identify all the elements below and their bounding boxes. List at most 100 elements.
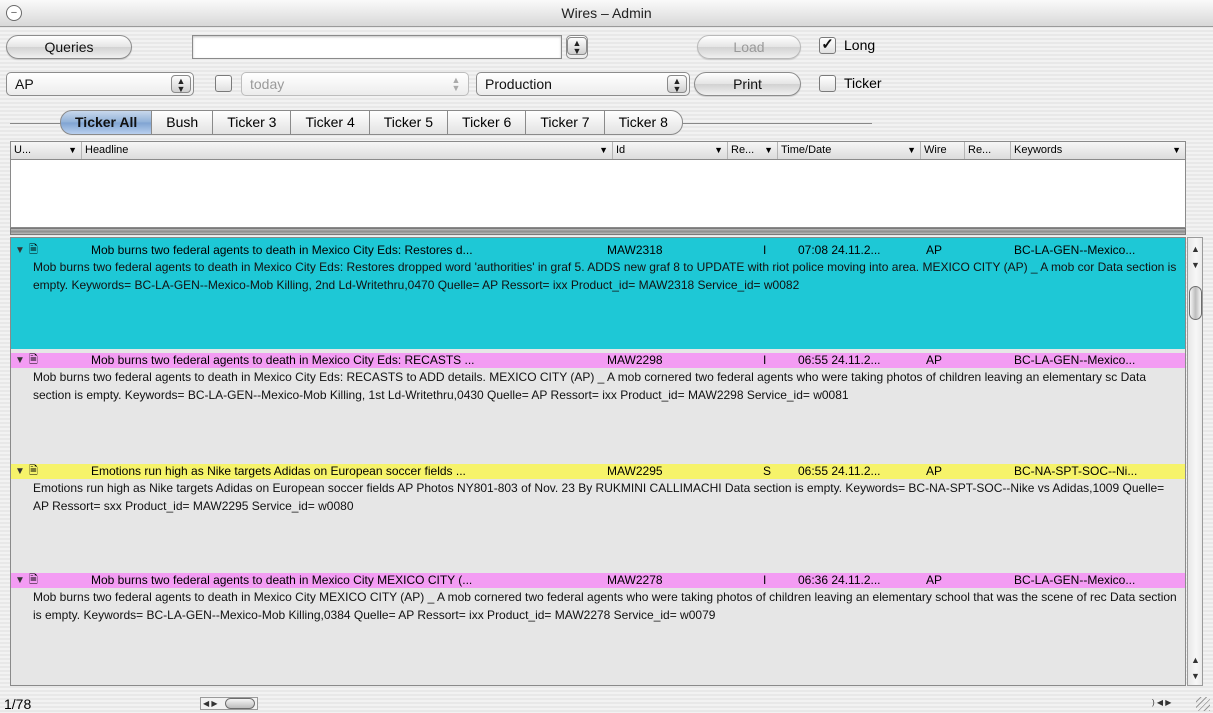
horizontal-scroll-arrows[interactable]: ) ◀ ▶ [1152,697,1188,710]
entry-headline: Mob burns two federal agents to death in… [91,353,475,367]
query-dropdown[interactable]: ▲ ▼ [566,35,588,59]
split-view-handle[interactable] [10,228,1186,235]
column-header-headline[interactable]: Headline ▼ [82,142,613,159]
entry-summary: Mob burns two federal agents to death in… [33,370,1146,402]
tab-ticker-6[interactable]: Ticker 6 [448,110,527,135]
column-header-ressort[interactable]: Re... [965,142,1011,159]
wires-admin-window: − Wires – Admin Queries ▲ ▼ Load ✓ Long A… [0,0,1213,713]
document-icon: 🗎 [29,244,38,256]
column-keywords-label: Keywords [1014,144,1063,156]
horizontal-scrollbar[interactable]: ◀ ▶ [200,697,258,710]
long-label: Long [844,37,876,53]
entry-re: S [763,464,772,478]
scroll-thumb[interactable] [225,698,255,709]
long-checkbox[interactable]: ✓ [819,37,836,54]
wire-table[interactable] [10,160,1186,228]
column-headline-label: Headline [85,144,129,156]
scroll-left-right-arrows-icon[interactable]: ) ◀ ▶ [1152,698,1171,707]
entry-headline: Mob burns two federal agents to death in… [91,243,473,257]
column-header-re[interactable]: Re... ▼ [728,142,778,159]
wire-detail-list[interactable]: ▼ 🗎 Mob burns two federal agents to deat… [10,237,1186,686]
wire-entry[interactable]: ▼ 🗎 Mob burns two federal agents to deat… [11,349,1185,463]
scroll-up-arrow-icon[interactable]: ▲ [1190,655,1201,665]
scroll-up-arrow-icon[interactable]: ▲ [1190,244,1201,254]
ticker-label: Ticker [844,75,882,91]
entry-id: MAW2278 [607,573,663,587]
environment-select[interactable]: Production ▲ ▼ [476,72,690,96]
entry-keywords: BC-LA-GEN--Mexico... [1014,573,1136,587]
record-counter: 1/78 [4,696,32,712]
entry-keywords: BC-LA-GEN--Mexico... [1014,353,1136,367]
disclosure-triangle-icon[interactable]: ▼ [15,243,25,258]
scroll-left-right-arrows-icon[interactable]: ◀ ▶ [203,699,218,708]
vertical-scrollbar[interactable]: ▲ ▼ ▲ ▼ [1187,237,1203,686]
column-header-unread[interactable]: U... ▼ [11,142,82,159]
entry-time: 07:08 24.11.2... [798,243,881,257]
wire-source-value: AP [15,76,34,92]
tab-bar: Ticker All Bush Ticker 3 Ticker 4 Ticker… [60,110,683,135]
column-id-label: Id [616,144,626,156]
sort-arrow-icon: ▼ [68,145,77,155]
date-select[interactable]: today ▲ ▼ [241,72,469,96]
wire-source-select[interactable]: AP ▲ ▼ [6,72,194,96]
wire-entry-header: ▼ 🗎 Mob burns two federal agents to deat… [11,573,1185,588]
column-header-row: U... ▼ Headline ▼ Id ▼ Re... ▼ Time/Date… [10,141,1186,160]
entry-time: 06:55 24.11.2... [798,353,881,367]
wire-entry[interactable]: ▼ 🗎 Mob burns two federal agents to deat… [11,238,1185,349]
date-checkbox[interactable] [215,75,232,92]
tab-ticker-3[interactable]: Ticker 3 [213,110,292,135]
sort-arrow-icon: ▼ [1172,145,1181,155]
disclosure-triangle-icon[interactable]: ▼ [15,353,25,368]
sort-arrow-icon: ▼ [907,145,916,155]
entry-wire: AP [926,464,943,478]
tab-ticker-4[interactable]: Ticker 4 [291,110,370,135]
tab-bush[interactable]: Bush [152,110,214,135]
disclosure-triangle-icon[interactable]: ▼ [15,573,25,588]
date-value: today [250,76,285,92]
query-input[interactable] [192,35,562,59]
entry-headline: Mob burns two federal agents to death in… [91,573,473,587]
entry-time: 06:36 24.11.2... [798,573,881,587]
column-header-wire[interactable]: Wire [921,142,965,159]
scroll-thumb[interactable] [1189,286,1202,320]
chevron-updown-icon: ▲ ▼ [567,37,587,56]
disclosure-triangle-icon[interactable]: ▼ [15,464,25,479]
column-ressort-label: Re... [968,144,992,156]
column-wire-label: Wire [924,144,947,156]
entry-id: MAW2318 [607,243,663,257]
column-header-time-date[interactable]: Time/Date ▼ [778,142,921,159]
status-bar: 1/78 [0,690,1213,713]
entry-wire: AP [926,353,943,367]
wire-entry[interactable]: ▼ 🗎 Mob burns two federal agents to deat… [11,572,1185,685]
column-header-keywords[interactable]: Keywords ▼ [1011,142,1185,159]
print-button[interactable]: Print [694,72,801,96]
wire-entry-header: ▼ 🗎 Mob burns two federal agents to deat… [11,243,1185,258]
document-icon: 🗎 [29,574,38,586]
wire-entry[interactable]: ▼ 🗎 Emotions run high as Nike targets Ad… [11,463,1185,572]
tab-ticker-8[interactable]: Ticker 8 [604,110,683,135]
title-bar[interactable]: − Wires – Admin [0,0,1213,27]
entry-re: I [763,573,767,587]
queries-button[interactable]: Queries [6,35,132,59]
entry-keywords: BC-LA-GEN--Mexico... [1014,243,1136,257]
resize-grip-icon[interactable] [1196,697,1210,711]
tab-ticker-7[interactable]: Ticker 7 [526,110,605,135]
tab-ticker-all[interactable]: Ticker All [60,110,153,135]
column-time-label: Time/Date [781,144,832,156]
column-unread-label: U... [14,144,32,156]
load-button[interactable]: Load [697,35,801,59]
tab-ticker-5[interactable]: Ticker 5 [369,110,449,135]
environment-value: Production [485,76,552,92]
ticker-checkbox[interactable] [819,75,836,92]
entry-wire: AP [926,573,943,587]
scroll-down-arrow-icon[interactable]: ▼ [1190,671,1201,681]
entry-wire: AP [926,243,943,257]
chevron-updown-icon: ▲ ▼ [667,75,687,94]
wire-entry-header: ▼ 🗎 Mob burns two federal agents to deat… [11,353,1185,368]
scroll-down-arrow-icon[interactable]: ▼ [1190,260,1201,270]
entry-headline: Emotions run high as Nike targets Adidas… [91,464,466,478]
sort-arrow-icon: ▼ [714,145,723,155]
chevron-updown-icon: ▲ ▼ [451,75,461,93]
entry-summary: Emotions run high as Nike targets Adidas… [33,481,1165,513]
column-header-id[interactable]: Id ▼ [613,142,728,159]
